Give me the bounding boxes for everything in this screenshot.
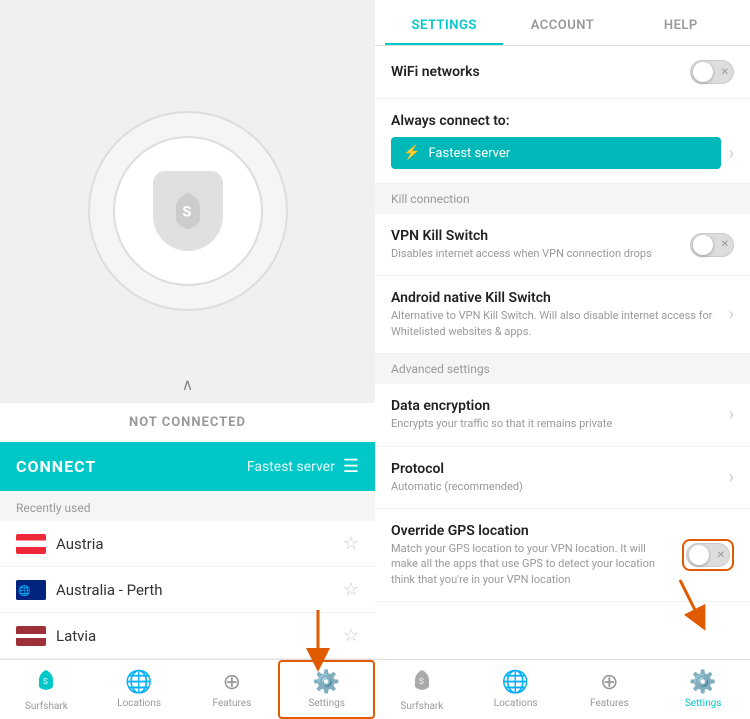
left-panel: S ∧ NOT CONNECTED CONNECT Fastest server… bbox=[0, 0, 375, 719]
vpn-kill-switch-subtitle: Disables internet access when VPN connec… bbox=[391, 246, 680, 261]
nav-label-settings-right: Settings bbox=[685, 698, 722, 709]
location-name: Australia - Perth bbox=[56, 581, 333, 599]
nav-item-locations[interactable]: 🌐 Locations bbox=[93, 660, 186, 719]
advanced-settings-section: Advanced settings bbox=[375, 354, 750, 384]
data-encryption-row[interactable]: Data encryption Encrypts your traffic so… bbox=[375, 384, 750, 446]
nav-item-features-right[interactable]: ⊕ Features bbox=[563, 660, 657, 719]
override-gps-row[interactable]: Override GPS location Match your GPS loc… bbox=[375, 509, 750, 602]
australia-flag: 🌐 bbox=[16, 580, 46, 600]
fastest-server-text: Fastest server bbox=[428, 146, 510, 161]
gps-toggle-highlighted: ✕ bbox=[682, 539, 734, 571]
nav-item-surfshark[interactable]: S Surfshark bbox=[0, 660, 93, 719]
wifi-networks-title: WiFi networks bbox=[391, 64, 680, 80]
connect-label: CONNECT bbox=[16, 457, 96, 476]
chevron-right-icon: › bbox=[729, 143, 734, 164]
fastest-server-button[interactable]: ⚡ Fastest server bbox=[391, 137, 721, 169]
settings-icon: ⚙️ bbox=[313, 670, 340, 695]
android-kill-switch-row[interactable]: Android native Kill Switch Alternative t… bbox=[375, 276, 750, 354]
settings-content: WiFi networks ✕ Always connect to: ⚡ Fas… bbox=[375, 46, 750, 659]
nav-item-settings[interactable]: ⚙️ Settings bbox=[278, 660, 375, 719]
svg-text:S: S bbox=[182, 204, 191, 221]
nav-label-features-right: Features bbox=[590, 698, 629, 709]
globe-icon: 🌐 bbox=[125, 670, 152, 695]
nav-label-surfshark: Surfshark bbox=[25, 701, 68, 712]
vpn-kill-switch-row[interactable]: VPN Kill Switch Disables internet access… bbox=[375, 214, 750, 276]
tab-account[interactable]: ACCOUNT bbox=[503, 8, 621, 45]
list-item[interactable]: Latvia ☆ bbox=[0, 613, 375, 659]
favorite-icon[interactable]: ☆ bbox=[343, 625, 359, 646]
nav-item-locations-right[interactable]: 🌐 Locations bbox=[469, 660, 563, 719]
nav-item-surfshark-right[interactable]: S Surfshark bbox=[375, 660, 469, 719]
list-item[interactable]: Austria ☆ bbox=[0, 521, 375, 567]
tab-settings[interactable]: SETTINGS bbox=[385, 8, 503, 45]
override-gps-title: Override GPS location bbox=[391, 523, 672, 539]
menu-icon: ☰ bbox=[343, 456, 359, 477]
nav-item-settings-right[interactable]: ⚙️ Settings bbox=[656, 660, 750, 719]
chevron-up-icon[interactable]: ∧ bbox=[0, 367, 375, 402]
plus-icon-right: ⊕ bbox=[600, 670, 618, 695]
protocol-title: Protocol bbox=[391, 461, 719, 477]
nav-label-surfshark-right: Surfshark bbox=[400, 701, 443, 712]
android-kill-switch-title: Android native Kill Switch bbox=[391, 290, 719, 306]
favorite-icon[interactable]: ☆ bbox=[343, 579, 359, 600]
tab-bar: SETTINGS ACCOUNT HELP bbox=[375, 0, 750, 46]
chevron-right-icon: › bbox=[729, 404, 734, 425]
override-gps-subtitle: Match your GPS location to your VPN loca… bbox=[391, 541, 672, 587]
surfshark-icon: S bbox=[34, 668, 58, 698]
fastest-server-label: Fastest server ☰ bbox=[247, 456, 359, 477]
svg-text:S: S bbox=[419, 677, 424, 686]
gps-toggle[interactable]: ✕ bbox=[686, 543, 730, 567]
latvia-flag bbox=[16, 626, 46, 646]
vpn-kill-switch-toggle[interactable]: ✕ bbox=[690, 233, 734, 257]
always-connect-row: Always connect to: ⚡ Fastest server › bbox=[375, 99, 750, 184]
list-item[interactable]: 🌐 Australia - Perth ☆ bbox=[0, 567, 375, 613]
favorite-icon[interactable]: ☆ bbox=[343, 533, 359, 554]
recently-used-label: Recently used bbox=[0, 491, 375, 521]
chevron-right-icon: › bbox=[729, 467, 734, 488]
svg-text:S: S bbox=[43, 677, 48, 686]
chevron-right-icon: › bbox=[729, 304, 734, 325]
logo-shield: S bbox=[153, 171, 223, 251]
svg-text:🌐: 🌐 bbox=[18, 584, 30, 597]
surfshark-icon-right: S bbox=[410, 668, 434, 698]
wifi-toggle[interactable]: ✕ bbox=[690, 60, 734, 84]
connect-button[interactable]: CONNECT Fastest server ☰ bbox=[0, 442, 375, 491]
bottom-nav-left: S Surfshark 🌐 Locations ⊕ Features ⚙️ Se… bbox=[0, 659, 375, 719]
location-name: Latvia bbox=[56, 627, 333, 645]
outer-circle: S bbox=[88, 111, 288, 311]
vpn-kill-switch-title: VPN Kill Switch bbox=[391, 228, 680, 244]
location-name: Austria bbox=[56, 535, 333, 553]
nav-label-locations: Locations bbox=[117, 698, 161, 709]
nav-item-features[interactable]: ⊕ Features bbox=[186, 660, 279, 719]
plus-icon: ⊕ bbox=[223, 670, 241, 695]
always-connect-label: Always connect to: bbox=[391, 113, 734, 129]
surfshark-logo: S bbox=[168, 191, 208, 231]
data-encryption-subtitle: Encrypts your traffic so that it remains… bbox=[391, 416, 719, 431]
data-encryption-title: Data encryption bbox=[391, 398, 719, 414]
austria-flag bbox=[16, 534, 46, 554]
android-kill-switch-subtitle: Alternative to VPN Kill Switch. Will als… bbox=[391, 308, 719, 339]
tab-help[interactable]: HELP bbox=[622, 8, 740, 45]
right-panel: SETTINGS ACCOUNT HELP WiFi networks ✕ Al… bbox=[375, 0, 750, 719]
vpn-visual: S ∧ bbox=[0, 0, 375, 402]
nav-label-features: Features bbox=[213, 698, 252, 709]
kill-connection-section: Kill connection bbox=[375, 184, 750, 214]
protocol-subtitle: Automatic (recommended) bbox=[391, 479, 719, 494]
lightning-icon: ⚡ bbox=[403, 145, 420, 161]
protocol-row[interactable]: Protocol Automatic (recommended) › bbox=[375, 447, 750, 509]
bottom-nav-right: S Surfshark 🌐 Locations ⊕ Features ⚙️ Se… bbox=[375, 659, 750, 719]
settings-icon-right: ⚙️ bbox=[689, 670, 716, 695]
globe-icon-right: 🌐 bbox=[502, 670, 529, 695]
wifi-networks-row[interactable]: WiFi networks ✕ bbox=[375, 46, 750, 99]
inner-circle: S bbox=[113, 136, 263, 286]
connection-status: NOT CONNECTED bbox=[0, 402, 375, 442]
nav-label-locations-right: Locations bbox=[494, 698, 538, 709]
nav-label-settings: Settings bbox=[308, 698, 345, 709]
